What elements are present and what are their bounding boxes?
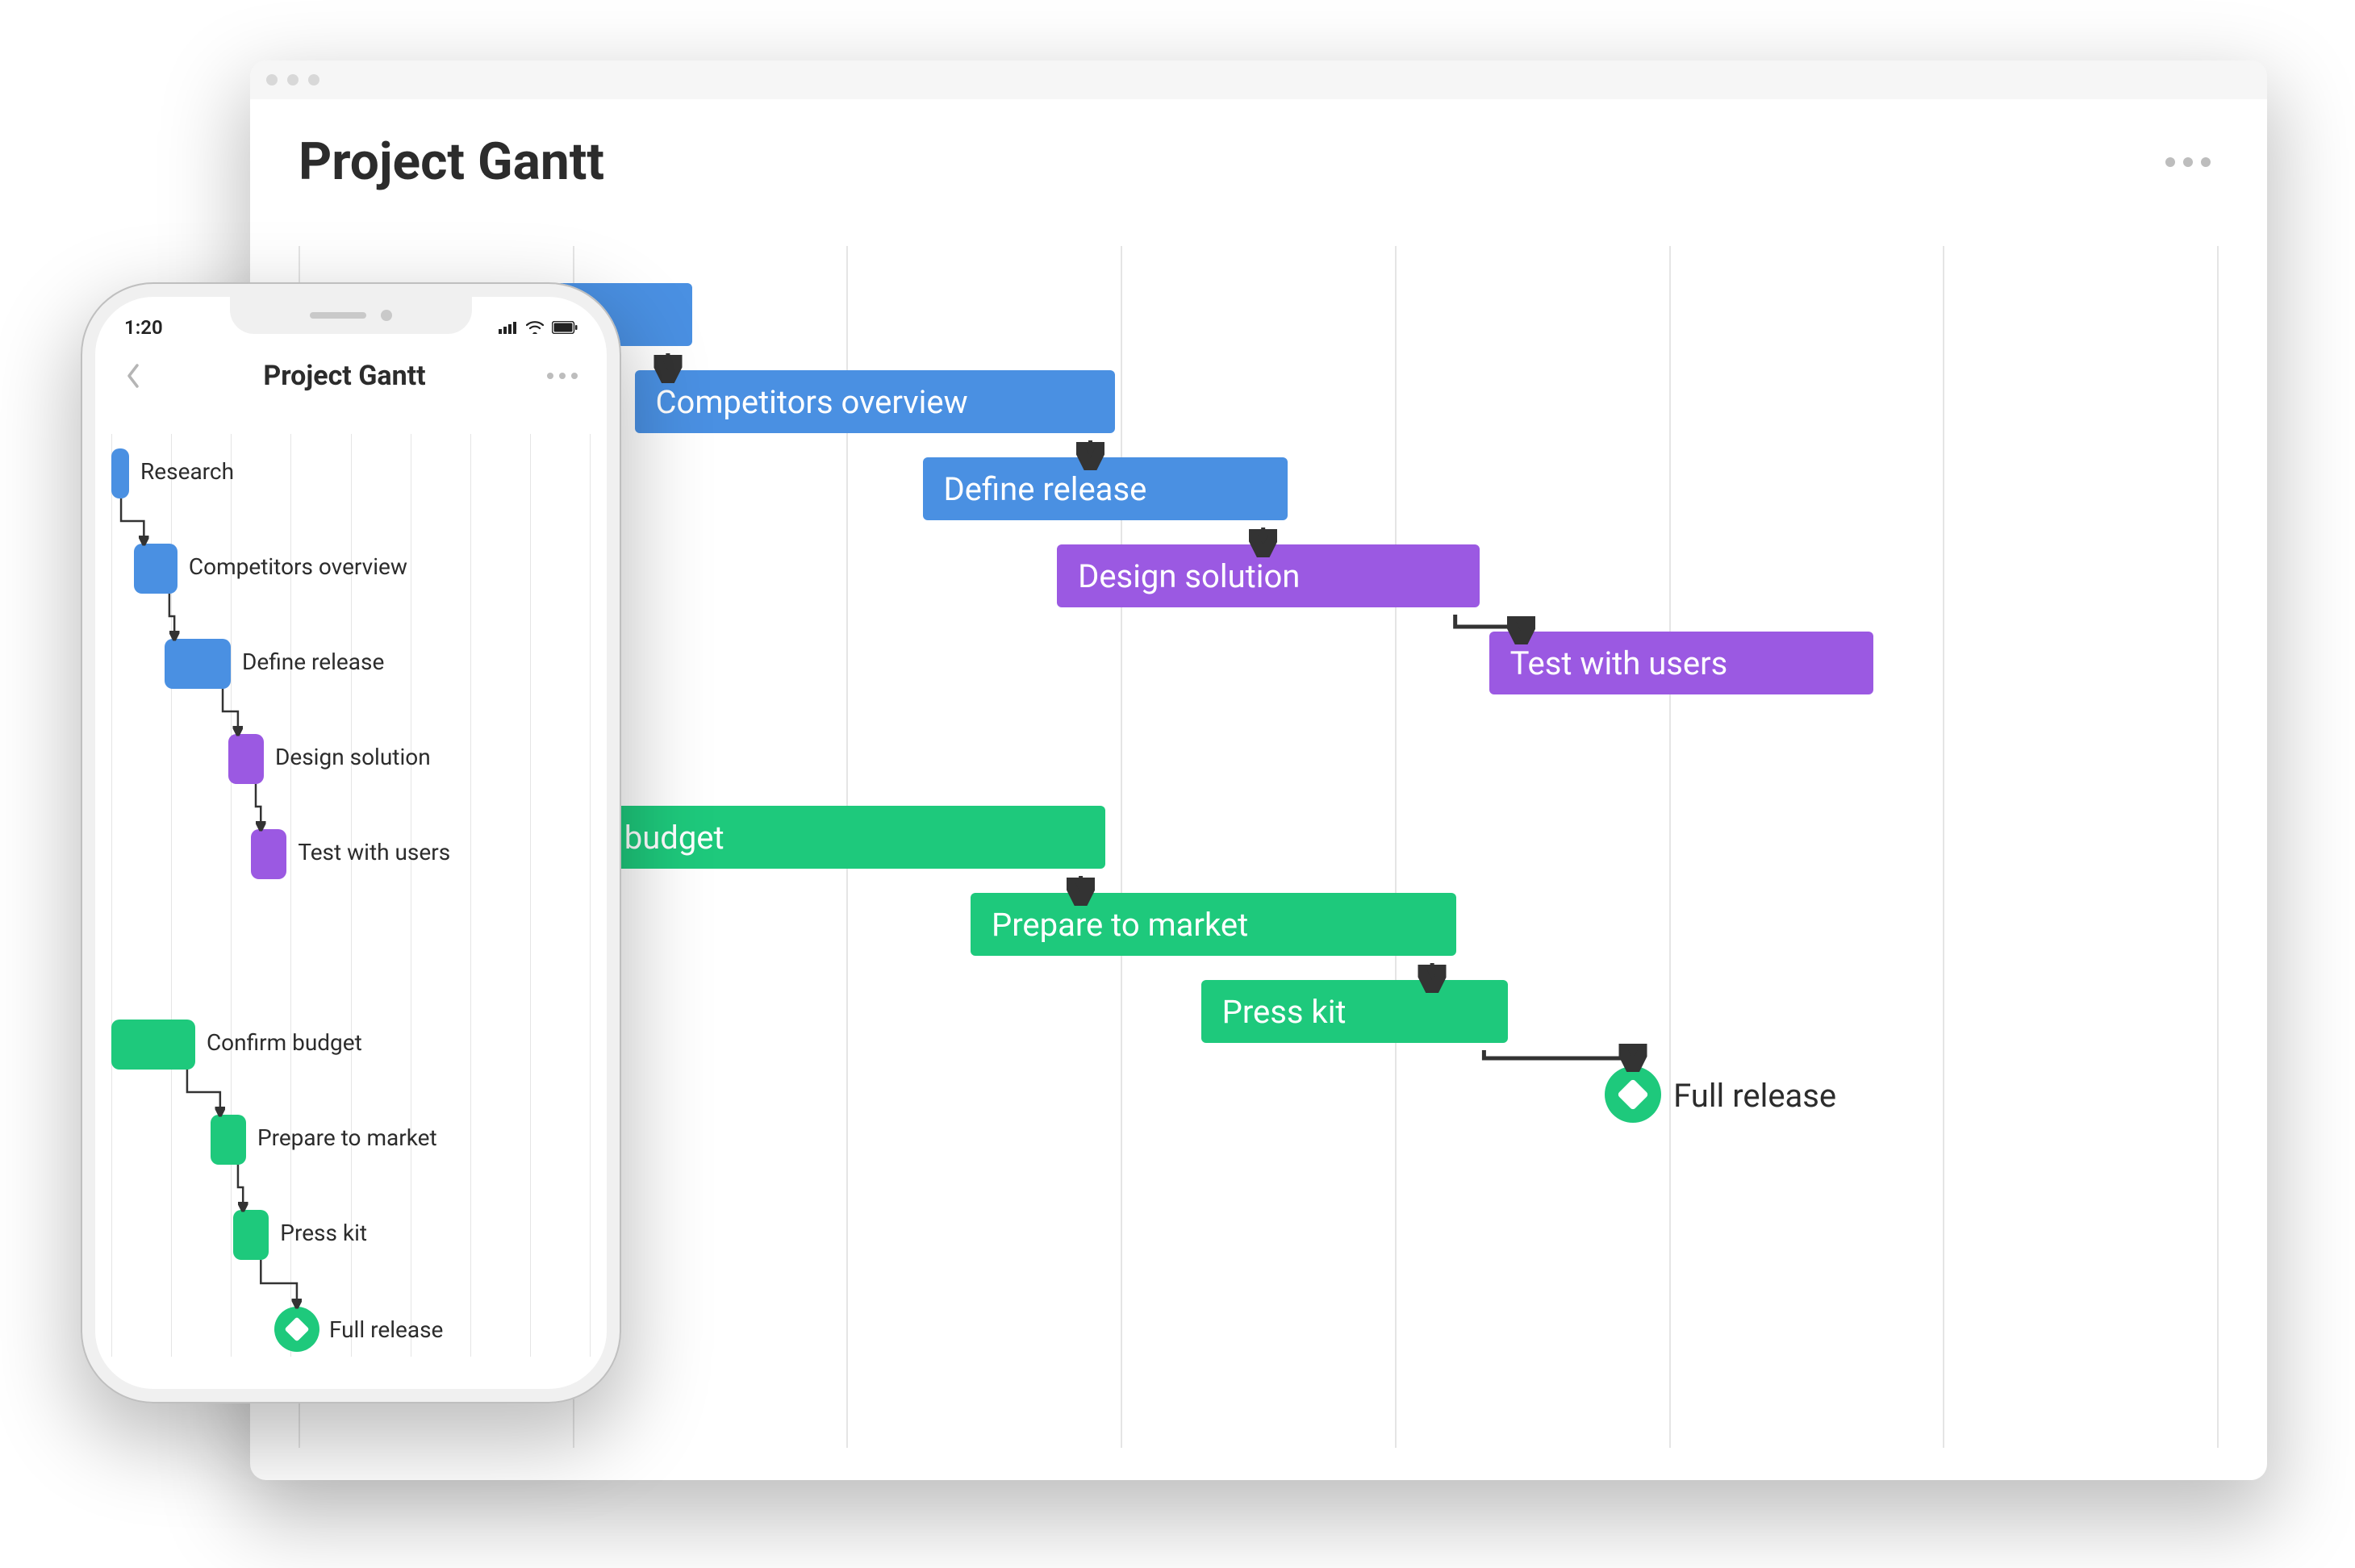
window-dot-red-icon[interactable] xyxy=(266,74,278,85)
phone-header: Project Gantt xyxy=(95,344,607,412)
phone-screen: 1:20 Project Gantt xyxy=(95,297,607,1389)
battery-icon xyxy=(552,321,578,334)
gantt-chart-mobile[interactable]: ResearchCompetitors overviewDefine relea… xyxy=(111,434,591,1357)
status-time: 1:20 xyxy=(124,316,163,339)
desktop-header: Project Gantt xyxy=(250,99,2267,208)
back-button[interactable] xyxy=(119,362,147,390)
notch-speaker-icon xyxy=(310,312,366,319)
window-titlebar xyxy=(250,60,2267,99)
stage: Project Gantt ResearchCompetitors overvi… xyxy=(0,0,2355,1568)
phone-more-button[interactable] xyxy=(542,368,582,384)
gantt-dependency-arrows-mobile xyxy=(111,434,591,1357)
notch-camera-icon xyxy=(381,310,392,321)
cellular-signal-icon xyxy=(499,321,518,334)
phone-device: 1:20 Project Gantt xyxy=(81,282,621,1403)
window-dot-yellow-icon[interactable] xyxy=(287,74,299,85)
page-title: Project Gantt xyxy=(299,131,604,192)
window-dot-green-icon[interactable] xyxy=(308,74,319,85)
more-menu-button[interactable] xyxy=(2157,149,2219,175)
wifi-icon xyxy=(526,321,544,334)
phone-title: Project Gantt xyxy=(263,360,425,392)
phone-notch xyxy=(230,297,472,334)
